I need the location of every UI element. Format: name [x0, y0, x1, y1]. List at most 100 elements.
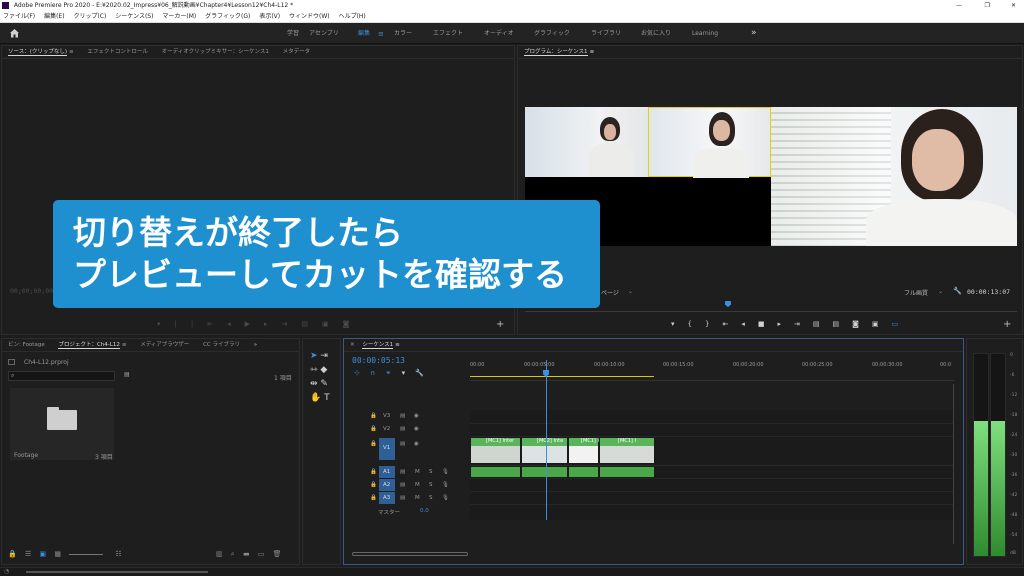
tab-menu-icon[interactable]: ≡	[590, 49, 595, 55]
lock-icon[interactable]: 🔒	[370, 482, 377, 488]
sync-lock-icon[interactable]: ▤	[400, 413, 405, 419]
menu-clip[interactable]: クリップ(C)	[73, 13, 106, 20]
out-point-icon[interactable]: }	[705, 320, 722, 328]
close-icon[interactable]: ✕	[350, 342, 355, 348]
source-add-button-icon[interactable]: +	[496, 319, 504, 330]
lock-icon[interactable]: 🔒	[370, 495, 377, 501]
timeline-ruler[interactable]: 00:00 00:00:05:00 00:00:10:00 00:00:15:0…	[470, 359, 954, 381]
eye-icon[interactable]: ◉	[414, 413, 419, 419]
zoom-slider[interactable]	[69, 553, 104, 555]
marker-icon[interactable]: ▾	[157, 320, 175, 328]
step-back-icon[interactable]: ◂	[741, 320, 758, 328]
type-tool-icon[interactable]: T	[324, 393, 330, 403]
menu-edit[interactable]: 編集(E)	[44, 13, 64, 20]
solo-icon[interactable]: S	[429, 469, 433, 475]
tab-source[interactable]: ソース：(クリップなし)	[8, 49, 68, 56]
menu-sequence[interactable]: シーケンス(S)	[115, 13, 153, 20]
timeline-playhead-line[interactable]	[546, 360, 547, 520]
search-field[interactable]: ⌕	[8, 371, 115, 381]
menu-marker[interactable]: マーカー(M)	[162, 13, 196, 20]
program-add-button-icon[interactable]: +	[1003, 319, 1011, 330]
insert-icon[interactable]: ▤	[301, 320, 322, 328]
menu-view[interactable]: 表示(V)	[259, 13, 280, 20]
audio-clip[interactable]	[470, 466, 521, 478]
tab-audio-clip-mixer[interactable]: オーディオクリップミキサー：シーケンス1	[162, 49, 269, 55]
timeline-settings-icon[interactable]: 🔧	[415, 369, 424, 377]
step-forward-icon[interactable]: ▸	[264, 320, 282, 328]
freeform-view-icon[interactable]: ▦	[54, 550, 61, 558]
master-volume-value[interactable]: 0.0	[420, 508, 429, 514]
lock-icon[interactable]: 🔒	[8, 550, 17, 558]
snap-icon[interactable]: ∩	[370, 369, 375, 377]
workspace-graphics[interactable]: グラフィック	[534, 23, 570, 44]
track-select-icon[interactable]: ⇥	[320, 351, 328, 361]
more-tabs-icon[interactable]: »	[254, 342, 257, 348]
go-to-in-icon[interactable]: ⇤	[722, 320, 741, 328]
trash-icon[interactable]: 🗑	[273, 550, 282, 558]
workspace-favorites[interactable]: お気に入り	[641, 23, 671, 44]
playback-quality-select[interactable]: フル画質	[904, 288, 928, 297]
microphone-icon[interactable]: 🎙	[442, 482, 449, 488]
audio-clip[interactable]	[521, 466, 568, 478]
compare-icon[interactable]: ▣	[872, 320, 892, 328]
zoom-level-select[interactable]: ページ	[601, 288, 619, 297]
minimize-button[interactable]: —	[956, 0, 962, 11]
new-bin-icon[interactable]: ▬	[243, 550, 250, 558]
go-to-in-icon[interactable]: ⇤	[207, 320, 227, 328]
stop-icon[interactable]: ■	[758, 320, 778, 328]
chevron-down-icon[interactable]: ⌄	[628, 288, 633, 295]
extract-icon[interactable]: ▤	[832, 320, 852, 328]
horizontal-scrollbar[interactable]	[352, 552, 468, 556]
sync-lock-icon[interactable]: ▤	[400, 441, 405, 447]
find-icon[interactable]: ⌕	[231, 550, 235, 558]
sync-lock-icon[interactable]: ▤	[400, 482, 405, 488]
camera-icon[interactable]: ◙	[852, 320, 872, 328]
automate-icon[interactable]: ▥	[216, 550, 223, 558]
menu-help[interactable]: ヘルプ(H)	[339, 13, 366, 20]
timeline-timecode[interactable]: 00:00:05:13	[352, 356, 405, 365]
tab-program[interactable]: プログラム：シーケンス1	[524, 49, 588, 56]
workspace-learn[interactable]: 学習	[287, 23, 299, 44]
menu-graphics[interactable]: グラフィック(G)	[205, 13, 250, 20]
tab-media-browser[interactable]: メディアブラウザー	[140, 342, 189, 348]
sort-icon[interactable]: ☷	[115, 550, 121, 558]
audio-clip[interactable]	[568, 466, 599, 478]
eye-icon[interactable]: ◉	[414, 426, 419, 432]
tab-project[interactable]: プロジェクト：Ch4-L12	[58, 342, 120, 349]
workspace-editing[interactable]: 編集	[358, 23, 370, 44]
linked-selection-icon[interactable]: ⚭	[385, 369, 391, 377]
lock-icon[interactable]: 🔒	[370, 441, 377, 447]
tab-effect-controls[interactable]: エフェクトコントロール	[87, 49, 148, 55]
video-clip[interactable]: [MC2] Inte	[521, 437, 568, 464]
workspace-menu-icon[interactable]: ≡	[378, 30, 384, 38]
selection-tool-icon[interactable]: ➤	[310, 351, 318, 361]
lock-icon[interactable]: 🔒	[370, 413, 377, 419]
pen-tool-icon[interactable]: ✎	[320, 379, 328, 389]
ripple-edit-icon[interactable]: ⇿	[310, 365, 318, 375]
multicam-icon[interactable]: ▭	[892, 320, 912, 328]
maximize-button[interactable]: ❐	[985, 0, 990, 11]
tab-menu-icon[interactable]: ≡	[395, 342, 400, 348]
workspace-color[interactable]: カラー	[394, 23, 412, 44]
hand-tool-icon[interactable]: ✋	[310, 393, 321, 403]
menu-file[interactable]: ファイル(F)	[3, 13, 35, 20]
solo-icon[interactable]: S	[429, 482, 433, 488]
menu-window[interactable]: ウィンドウ(W)	[289, 13, 330, 20]
audio-clip[interactable]	[599, 466, 655, 478]
go-to-out-icon[interactable]: ⇥	[794, 320, 813, 328]
workspace-learning[interactable]: Learning	[692, 23, 718, 44]
vertical-scrollbar[interactable]	[953, 384, 957, 544]
sync-lock-icon[interactable]: ▤	[400, 469, 405, 475]
tab-cc-libraries[interactable]: CC ライブラリ	[203, 342, 240, 348]
list-view-icon[interactable]: ☰	[25, 550, 31, 558]
icon-view-icon[interactable]: ▣	[39, 550, 46, 558]
new-search-bin-icon[interactable]: ▤	[124, 371, 130, 378]
step-back-icon[interactable]: ◂	[227, 320, 245, 328]
workspace-assembly[interactable]: アセンブリ	[309, 23, 339, 44]
slip-tool-icon[interactable]: ⇹	[310, 379, 318, 389]
add-marker-icon[interactable]: ▾	[402, 369, 406, 377]
lock-icon[interactable]: 🔒	[370, 426, 377, 432]
video-clip[interactable]: [MC1] I	[568, 437, 599, 464]
microphone-icon[interactable]: 🎙	[442, 495, 449, 501]
video-clip[interactable]: [MC1] Inter	[470, 437, 521, 464]
